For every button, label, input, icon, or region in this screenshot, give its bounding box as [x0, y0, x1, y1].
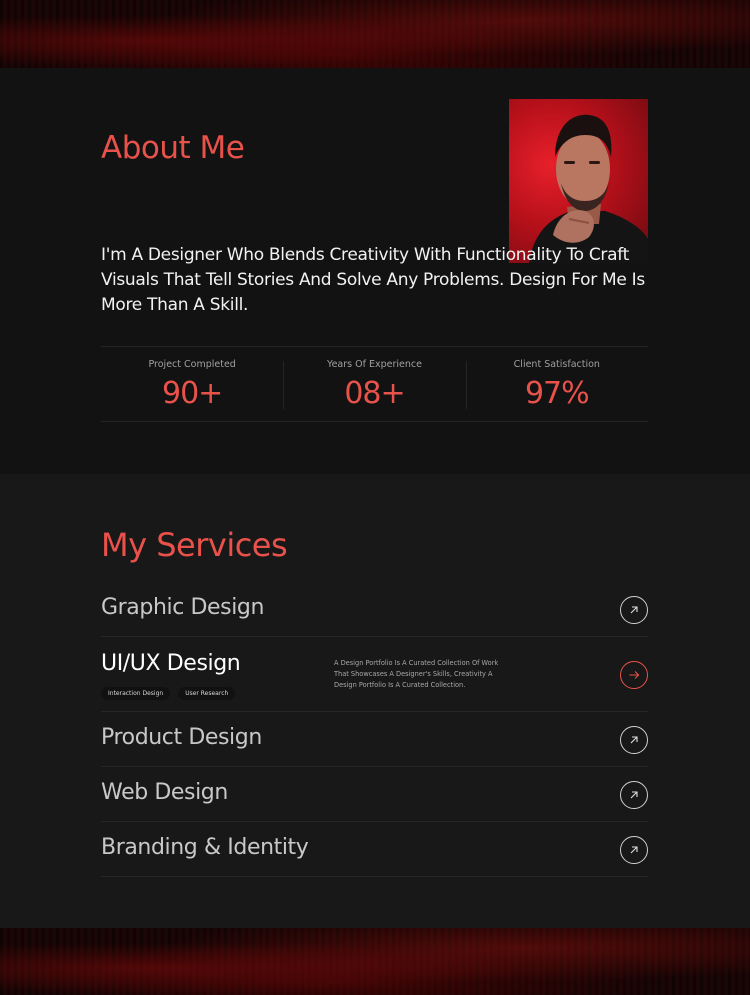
arrow-up-right-icon[interactable]: [620, 836, 648, 864]
about-title: About Me: [101, 130, 245, 166]
tag: User Research: [178, 687, 236, 700]
service-description: A Design Portfolio Is A Curated Collecti…: [334, 659, 499, 689]
services-section: My Services Graphic Design UI/UX Design …: [0, 474, 750, 928]
bottom-decorative-band: [0, 928, 750, 995]
stat-label: Client Satisfaction: [513, 359, 600, 370]
intro-text: I'm A Designer Who Blends Creativity Wit…: [101, 245, 645, 315]
service-list: Graphic Design UI/UX Design Interaction …: [101, 582, 648, 877]
service-row-web-design[interactable]: Web Design: [101, 767, 648, 822]
service-name: Branding & Identity: [101, 835, 309, 860]
services-title: My Services: [101, 526, 288, 564]
service-row-ui-ux-design[interactable]: UI/UX Design Interaction Design User Res…: [101, 637, 648, 712]
stat-value: 08+: [344, 376, 405, 411]
arrow-up-right-icon[interactable]: [620, 726, 648, 754]
stat-value: 90+: [162, 376, 223, 411]
stats-row: Project Completed 90+ Years Of Experienc…: [101, 346, 648, 422]
service-row-graphic-design[interactable]: Graphic Design: [101, 582, 648, 637]
stat-label: Project Completed: [148, 359, 236, 370]
service-name: Web Design: [101, 780, 228, 805]
service-tags: Interaction Design User Research: [101, 687, 236, 700]
stat-label: Years Of Experience: [327, 359, 422, 370]
service-name: Product Design: [101, 725, 262, 750]
arrow-up-right-icon[interactable]: [620, 596, 648, 624]
stat-projects: Project Completed 90+: [101, 347, 283, 421]
portrait-photo: [509, 99, 648, 263]
stat-experience: Years Of Experience 08+: [283, 347, 465, 421]
tag: Interaction Design: [101, 687, 171, 700]
arrow-up-right-icon[interactable]: [620, 781, 648, 809]
top-decorative-band: [0, 0, 750, 68]
service-name: Graphic Design: [101, 595, 265, 620]
service-row-product-design[interactable]: Product Design: [101, 712, 648, 767]
arrow-right-icon[interactable]: [620, 661, 648, 689]
service-name: UI/UX Design: [101, 651, 241, 676]
service-row-branding-identity[interactable]: Branding & Identity: [101, 822, 648, 877]
stat-value: 97%: [524, 376, 590, 411]
stat-satisfaction: Client Satisfaction 97%: [465, 347, 648, 421]
about-section: About Me I'm A Designer Who Blends Creat…: [0, 68, 750, 474]
